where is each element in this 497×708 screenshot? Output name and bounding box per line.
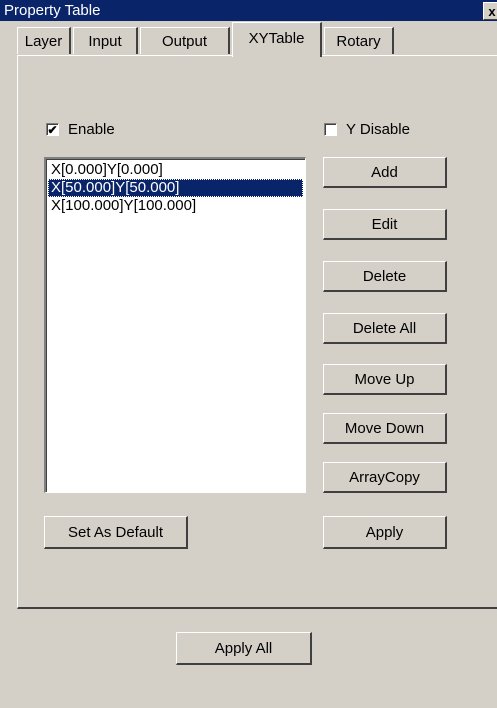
delete-button[interactable]: Delete [323,261,447,292]
apply-button[interactable]: Apply [323,516,447,549]
set-as-default-button[interactable]: Set As Default [44,516,188,549]
edit-button[interactable]: Edit [323,209,447,240]
title-bar: Property Table x [0,0,497,21]
tab-output[interactable]: Output [140,27,230,54]
list-item[interactable]: X[100.000]Y[100.000] [48,197,303,215]
apply-all-button[interactable]: Apply All [176,632,312,665]
y-disable-checkbox[interactable] [324,123,337,136]
list-item[interactable]: X[0.000]Y[0.000] [48,161,303,179]
enable-label: Enable [68,121,115,138]
tab-rotary[interactable]: Rotary [324,27,394,54]
list-item-selected[interactable]: X[50.000]Y[50.000] [48,179,303,197]
enable-checkbox-row[interactable]: ✔ Enable [46,121,115,138]
tab-layer[interactable]: Layer [17,27,71,54]
close-icon[interactable]: x [483,2,497,20]
y-disable-checkbox-row[interactable]: Y Disable [324,121,410,138]
enable-checkbox[interactable]: ✔ [46,123,59,136]
xy-point-list[interactable]: X[0.000]Y[0.000] X[50.000]Y[50.000] X[10… [44,157,306,493]
y-disable-label: Y Disable [346,121,410,138]
add-button[interactable]: Add [323,157,447,188]
move-up-button[interactable]: Move Up [323,364,447,395]
delete-all-button[interactable]: Delete All [323,313,447,344]
tab-input[interactable]: Input [73,27,138,54]
window-title: Property Table [4,2,101,19]
tab-xytable[interactable]: XYTable [232,22,322,57]
move-down-button[interactable]: Move Down [323,413,447,444]
array-copy-button[interactable]: ArrayCopy [323,462,447,493]
